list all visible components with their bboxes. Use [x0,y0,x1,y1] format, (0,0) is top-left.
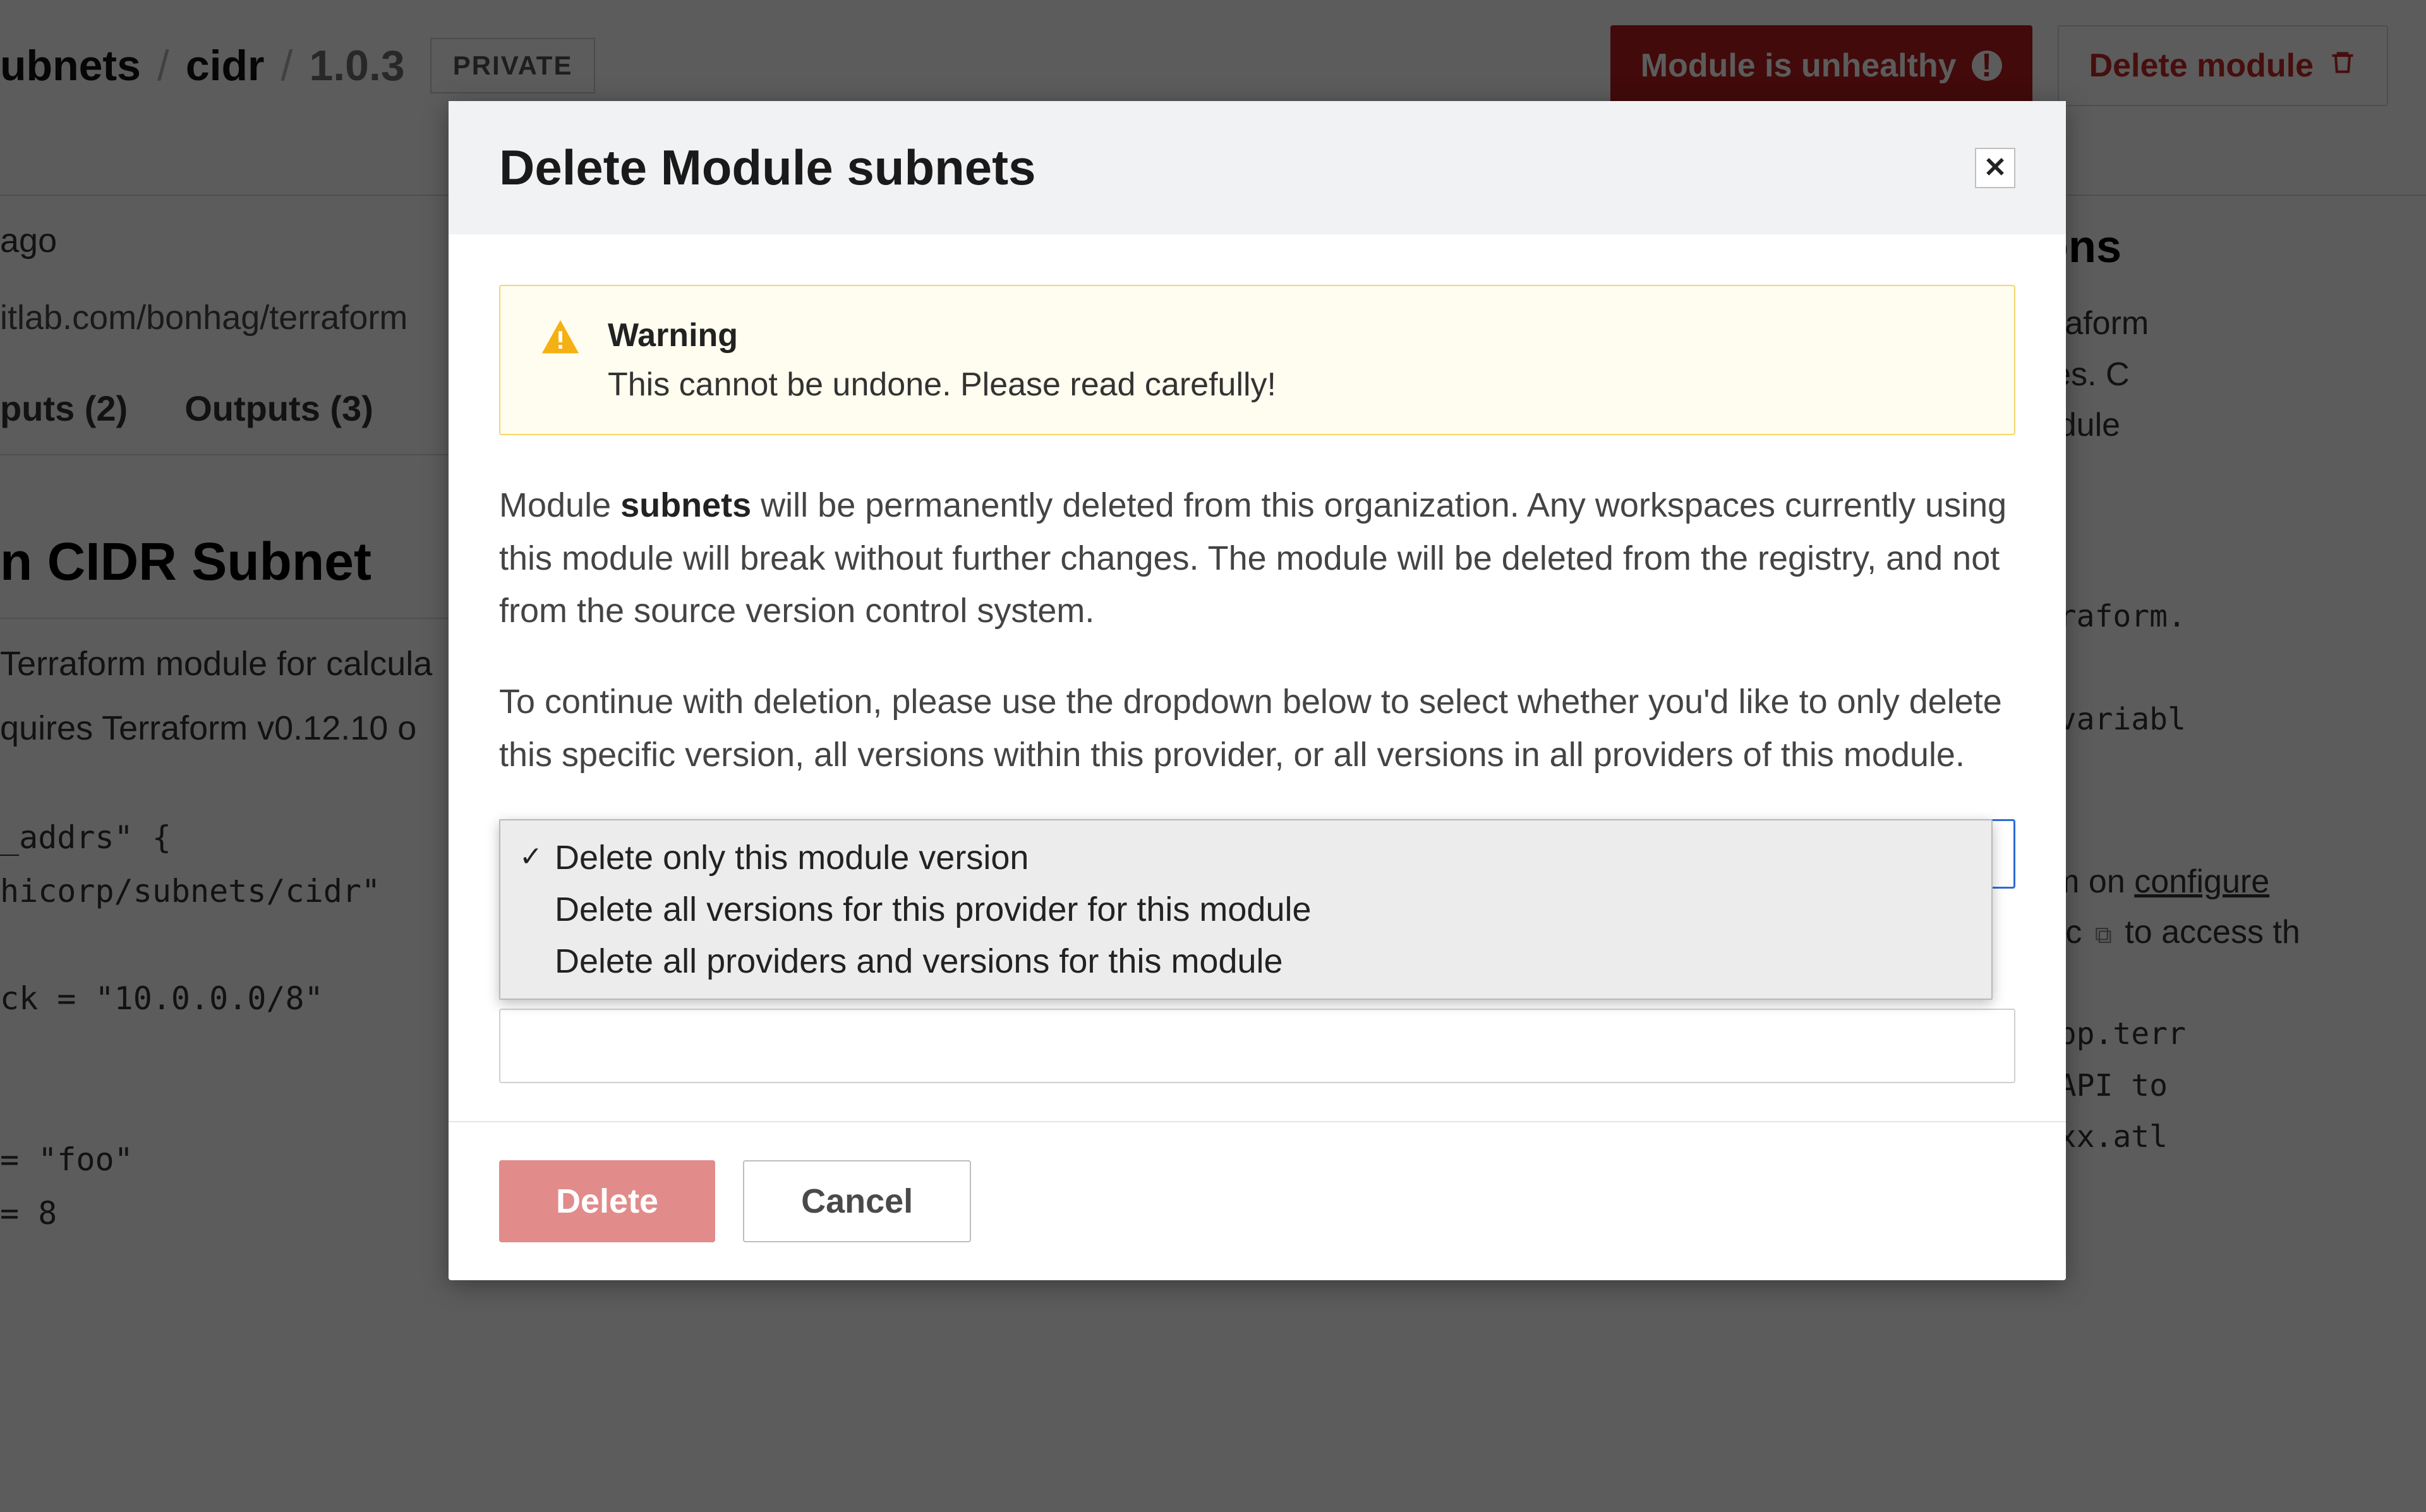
close-icon: ✕ [1984,152,2007,184]
option-delete-this-version[interactable]: ✓ Delete only this module version [519,832,1972,884]
confirm-input[interactable] [499,1009,2015,1083]
warning-text: This cannot be undone. Please read caref… [608,366,1276,403]
option-delete-all-provider-versions[interactable]: Delete all versions for this provider fo… [519,884,1972,935]
modal-paragraph-1: Module subnets will be permanently delet… [499,479,2015,638]
modal-paragraph-2: To continue with deletion, please use th… [499,676,2015,781]
option-label: Delete all providers and versions for th… [555,942,1283,980]
cancel-button[interactable]: Cancel [743,1160,971,1242]
modal-footer: Delete Cancel [449,1121,2066,1280]
option-label: Delete all versions for this provider fo… [555,891,1312,928]
warning-icon [538,316,582,404]
warning-alert: Warning This cannot be undone. Please re… [499,285,2015,435]
option-label: Delete only this module version [555,839,1029,877]
modal-body: Warning This cannot be undone. Please re… [449,234,2066,1121]
para1-module-name: subnets [620,486,751,524]
modal-close-button[interactable]: ✕ [1975,148,2015,188]
option-delete-all-providers-versions[interactable]: Delete all providers and versions for th… [519,935,1972,987]
modal-title: Delete Module subnets [499,139,1035,196]
delete-button[interactable]: Delete [499,1160,715,1242]
para1-pre: Module [499,486,620,524]
delete-scope-select[interactable]: ✓ Delete only this module version Delete… [499,819,2015,889]
select-dropdown: ✓ Delete only this module version Delete… [499,819,1993,1000]
modal-header: Delete Module subnets ✕ [449,101,2066,234]
warning-heading: Warning [608,316,1276,354]
delete-module-modal: Delete Module subnets ✕ Warning This can… [449,101,2066,1280]
check-icon: ✓ [519,841,543,873]
